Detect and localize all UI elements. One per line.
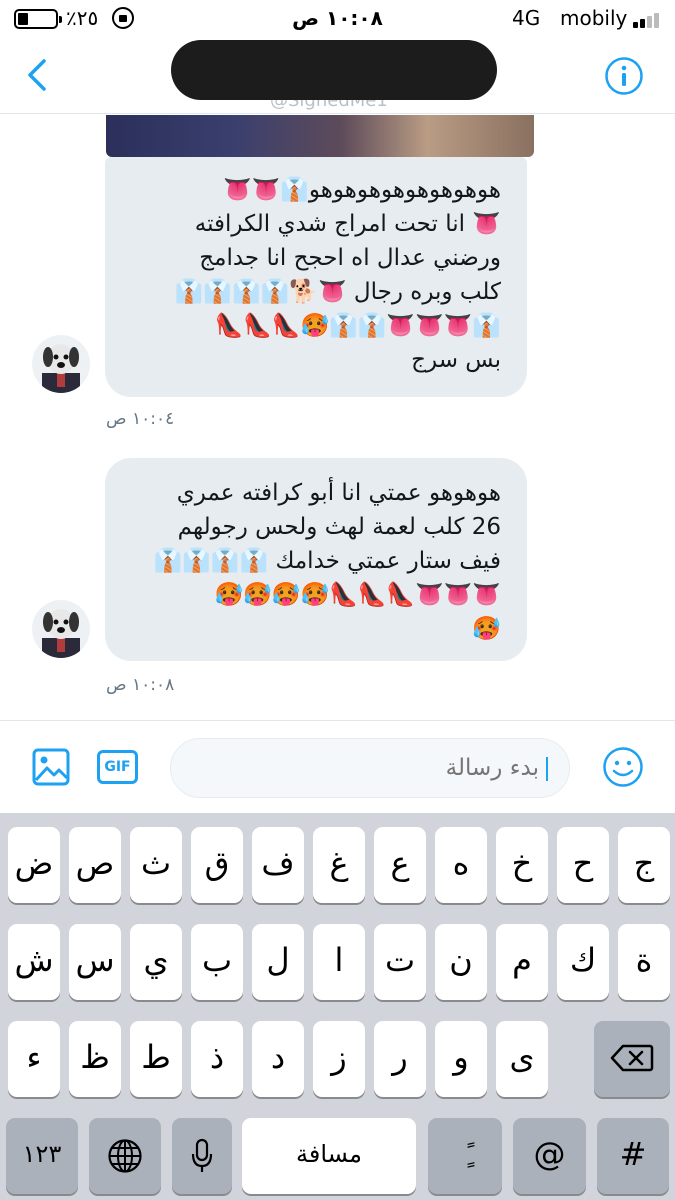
keyboard: ج ح خ ه ع غ ف ق ث ص ض ة ك م ن ت ا ل ب ي … [0,813,675,1200]
key[interactable]: ء [8,1021,60,1097]
message-line: 👅👅👅👠👠👠🥵🥵🥵🥵 [214,582,501,608]
key[interactable]: ث [130,827,182,903]
key[interactable]: ط [130,1021,182,1097]
info-icon[interactable] [604,56,644,96]
key[interactable]: ص [69,827,121,903]
message-list[interactable]: هوهوهوهوهوهوهوهو👔👅👅 👅 انا تحت امراج شدي … [0,115,675,720]
globe-icon [108,1139,142,1173]
message-line: ورضني عدال اه احجح انا جدامج [199,245,501,271]
message-line: 👔👅👅👅👔👔🥵👠👠👠 [214,313,501,339]
key[interactable]: د [252,1021,304,1097]
key[interactable]: ك [557,924,609,1000]
key[interactable]: ح [557,827,609,903]
key[interactable]: خ [496,827,548,903]
signal-icon [633,12,665,28]
key[interactable]: و [435,1021,487,1097]
message-line: هوهوهوهوهوهوهوهو👔👅👅 [223,177,501,203]
key[interactable]: ب [191,924,243,1000]
carrier-name: mobily [560,6,628,30]
status-bar: ٪٢٥ ١٠:٠٨ ص 4G mobily [0,0,675,38]
key[interactable]: ش [8,924,60,1000]
message-line: كلب وبره رجال 👅🐕👔👔👔👔 [174,279,501,305]
network-type: 4G [512,6,541,30]
message-input[interactable] [170,738,570,798]
at-key[interactable]: @ [513,1118,586,1194]
key[interactable]: ج [618,827,670,903]
key[interactable]: ى [496,1021,548,1097]
media-image[interactable] [106,115,534,157]
key[interactable]: ف [252,827,304,903]
key[interactable]: ن [435,924,487,1000]
key[interactable]: غ [313,827,365,903]
message-line: هوهوهو عمتي انا أبو كرافته عمري [176,480,501,506]
message-timestamp: ١٠:٠٤ ص [106,409,175,429]
key[interactable]: ظ [69,1021,121,1097]
key[interactable]: س [69,924,121,1000]
message-line: 🥵 [472,616,501,642]
numbers-key[interactable]: ١٢٣ [6,1118,78,1194]
key[interactable]: ل [252,924,304,1000]
key[interactable]: ر [374,1021,426,1097]
key[interactable]: م [496,924,548,1000]
back-chevron-icon[interactable] [24,58,54,92]
globe-key[interactable] [89,1118,161,1194]
key[interactable]: ي [130,924,182,1000]
text-cursor [546,757,548,781]
conversation-title[interactable] [171,40,497,100]
image-icon[interactable] [32,748,70,786]
avatar[interactable] [32,335,90,393]
message-composer: GIF [0,720,675,813]
key[interactable]: ة [618,924,670,1000]
key[interactable]: ز [313,1021,365,1097]
key[interactable]: ع [374,827,426,903]
message-bubble[interactable]: هوهوهو عمتي انا أبو كرافته عمري 26 كلب ل… [105,458,527,661]
backspace-key[interactable] [594,1021,670,1097]
message-line: بس سرج [411,347,501,373]
message-timestamp: ١٠:٠٨ ص [106,675,175,695]
conversation-header: @SignedMe1 [0,38,675,114]
key[interactable]: ا [313,924,365,1000]
message-line: 👅 انا تحت امراج شدي الكرافته [194,211,501,237]
hash-key[interactable]: # [597,1118,669,1194]
message-line: 26 كلب لعمة لهث ولحس رجولهم [177,514,501,540]
key[interactable]: ه [435,827,487,903]
backspace-icon [610,1044,654,1072]
microphone-icon [191,1138,213,1172]
avatar[interactable] [32,600,90,658]
dictation-key[interactable] [172,1118,232,1194]
message-bubble[interactable]: هوهوهوهوهوهوهوهو👔👅👅 👅 انا تحت امراج شدي … [105,157,527,397]
key[interactable]: ض [8,827,60,903]
space-key[interactable]: مسافة [242,1118,416,1194]
gif-button[interactable]: GIF [97,750,138,784]
key[interactable]: ت [374,924,426,1000]
key[interactable]: ذ [191,1021,243,1097]
message-line: فيف ستار عمتي خدامك 👔👔👔👔 [153,548,501,574]
diacritic-key[interactable]: ًٍ [428,1118,502,1194]
key[interactable]: ق [191,827,243,903]
emoji-icon[interactable] [602,746,644,788]
